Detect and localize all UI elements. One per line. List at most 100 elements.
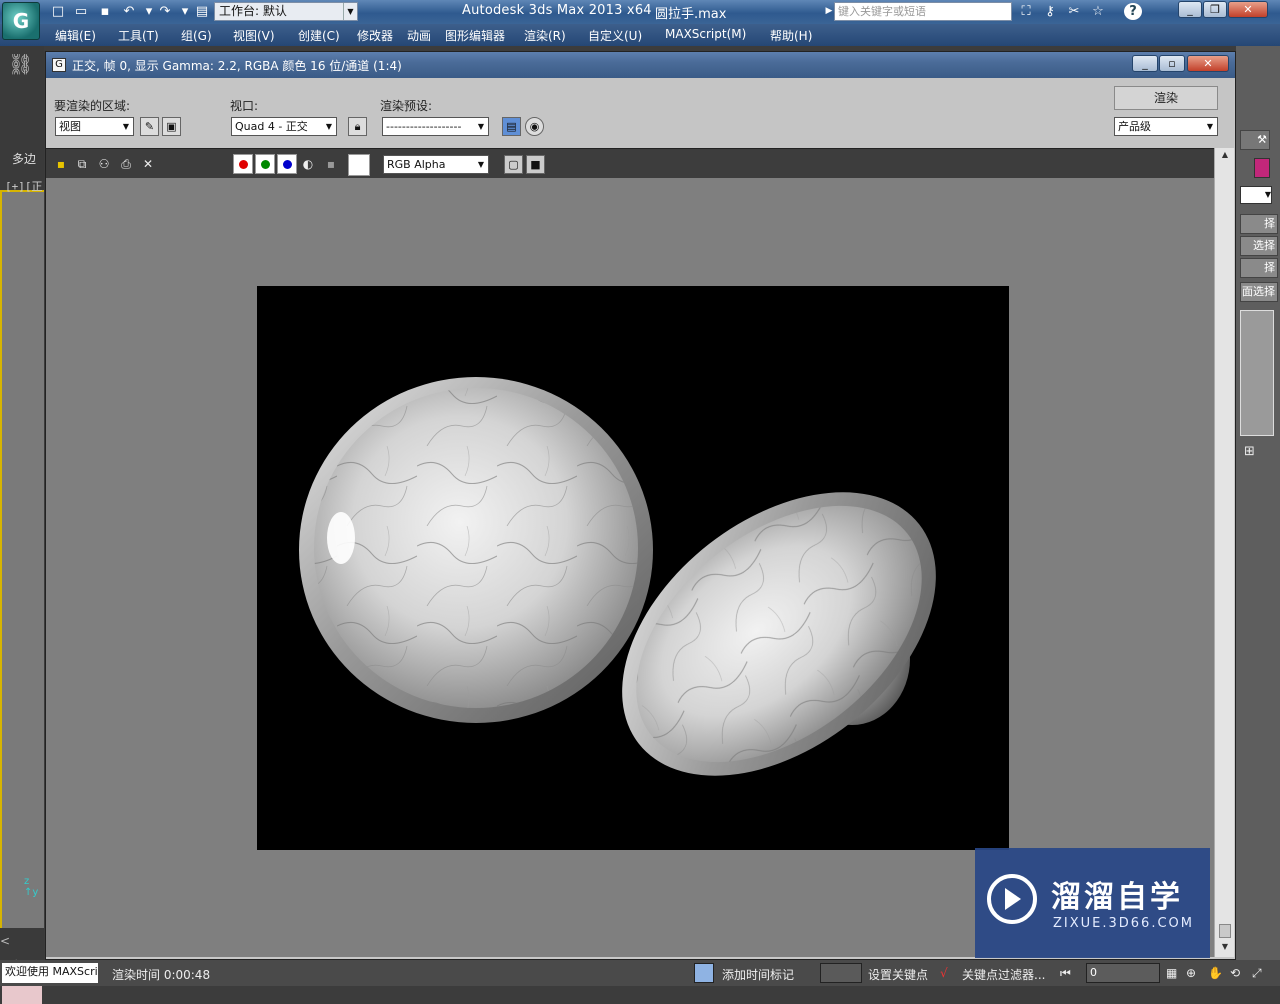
help-icon[interactable]: ?: [1124, 3, 1142, 20]
left-main-strip: ⛓ 多边 [+][正 z↑y < ⚙: [0, 46, 44, 1004]
search-input[interactable]: 键入关键字或短语: [834, 2, 1012, 21]
rw-maximize-button[interactable]: ▫: [1159, 55, 1185, 72]
maximize-viewport-icon[interactable]: ⤢: [1252, 966, 1262, 981]
auto-region-icon[interactable]: ▣: [162, 117, 181, 136]
pan-hand-icon[interactable]: ✋: [1208, 966, 1223, 980]
project-folder-icon[interactable]: ▤: [193, 3, 211, 20]
menu-customize[interactable]: 自定义(U): [588, 27, 642, 44]
render-frame-window: G 正交, 帧 0, 显示 Gamma: 2.2, RGBA 颜色 16 位/通…: [45, 51, 1236, 960]
rw-minimize-button[interactable]: _: [1132, 55, 1158, 72]
minimize-button[interactable]: _: [1178, 1, 1202, 18]
current-frame-value: 0: [1090, 966, 1097, 979]
render-button[interactable]: 渲染: [1114, 86, 1218, 110]
render-canvas[interactable]: 溜溜自学 ZIXUE.3D66.COM: [46, 178, 1214, 958]
toggle-ui-icon[interactable]: ■: [526, 155, 545, 174]
binoculars-icon[interactable]: ⛶: [1017, 3, 1035, 20]
copy-image-icon[interactable]: ⧉: [74, 156, 90, 172]
blue-channel-toggle[interactable]: [277, 154, 297, 174]
menu-rendering[interactable]: 渲染(R): [524, 27, 566, 44]
render-preset-dropdown[interactable]: ------------------- ▼: [382, 117, 489, 136]
red-channel-toggle[interactable]: [233, 154, 253, 174]
render-quality-dropdown[interactable]: 产品级 ▼: [1114, 117, 1218, 136]
redo-dropdown-icon[interactable]: ▾: [176, 3, 194, 20]
current-frame-spinner[interactable]: 0: [1086, 963, 1160, 983]
scroll-down-icon[interactable]: ▼: [1218, 942, 1232, 956]
key-mode-toggle-icon[interactable]: ⏮: [1060, 966, 1071, 981]
save-image-icon[interactable]: ▪: [53, 156, 69, 172]
green-channel-toggle[interactable]: [255, 154, 275, 174]
hammer-icon[interactable]: ⚒: [1240, 130, 1270, 150]
active-viewport[interactable]: [0, 190, 44, 928]
menu-maxscript[interactable]: MAXScript(M): [665, 27, 746, 41]
area-to-render-dropdown[interactable]: 视图 ▼: [55, 117, 134, 136]
restore-button[interactable]: ❐: [1203, 1, 1227, 18]
clear-icon[interactable]: ✕: [140, 156, 156, 172]
menu-help[interactable]: 帮助(H): [770, 27, 812, 44]
modifier-list-dropdown[interactable]: ▼: [1240, 186, 1272, 204]
close-button[interactable]: ✕: [1228, 1, 1268, 18]
menu-tools[interactable]: 工具(T): [118, 27, 159, 44]
ribbon-tab-polygon[interactable]: 多边: [12, 150, 36, 167]
edit-region-icon[interactable]: ✎: [140, 117, 159, 136]
channel-display-dropdown[interactable]: RGB Alpha ▼: [383, 155, 489, 174]
open-file-icon[interactable]: ▭: [72, 3, 90, 20]
key-filters-button[interactable]: 关键点过滤器...: [962, 966, 1045, 983]
select-button-3[interactable]: 择: [1240, 258, 1278, 278]
print-icon[interactable]: ⎙: [118, 156, 134, 172]
menu-modifiers[interactable]: 修改器: [357, 27, 393, 44]
viewport-label-text: 视口:: [230, 99, 259, 113]
select-button-1[interactable]: 择: [1240, 214, 1278, 234]
clone-window-icon[interactable]: ⚇: [96, 156, 112, 172]
app-logo-icon[interactable]: G: [2, 2, 40, 40]
green-dot-icon: [261, 160, 270, 169]
monochrome-icon[interactable]: ▪: [323, 156, 339, 172]
menu-group[interactable]: 组(G): [181, 27, 212, 44]
blue-dot-icon: [283, 160, 292, 169]
color-swatch[interactable]: [348, 154, 370, 176]
key-mode-box[interactable]: [820, 963, 862, 983]
viewport-label[interactable]: [+][正: [5, 178, 43, 194]
favorites-star-icon[interactable]: ☆: [1089, 3, 1107, 20]
scroll-up-icon[interactable]: ▲: [1218, 150, 1232, 164]
subscription-icon[interactable]: ✂: [1065, 3, 1083, 20]
redo-icon[interactable]: ↷: [156, 3, 174, 20]
toggle-ui-overlay-icon[interactable]: ▢: [504, 155, 523, 174]
viewport-dropdown[interactable]: Quad 4 - 正交 ▼: [231, 117, 337, 136]
menu-edit[interactable]: 编辑(E): [55, 27, 96, 44]
chevron-left-icon[interactable]: <: [0, 934, 14, 952]
select-button-4[interactable]: 面选择: [1240, 282, 1278, 302]
save-icon[interactable]: ▪: [96, 3, 114, 20]
key-filter-icon[interactable]: √: [940, 966, 948, 980]
object-color-swatch[interactable]: [1254, 158, 1270, 178]
link-icon[interactable]: ⛓: [8, 52, 36, 80]
menu-graph-editors[interactable]: 图形编辑器: [445, 27, 505, 44]
time-config-icon[interactable]: ▦: [1166, 966, 1177, 980]
watermark-url: ZIXUE.3D66.COM: [1053, 916, 1194, 931]
render-setup-icon[interactable]: ▤: [502, 117, 521, 136]
workspace-dropdown[interactable]: 工作台: 默认 ▼: [214, 2, 358, 21]
menu-animation[interactable]: 动画: [407, 27, 431, 44]
orbit-icon[interactable]: ⟲: [1230, 966, 1240, 980]
menu-views[interactable]: 视图(V): [233, 27, 275, 44]
lock-viewport-icon[interactable]: 🔒︎: [348, 117, 367, 136]
maxscript-mini-listener[interactable]: 欢迎使用 MAXScri: [2, 963, 98, 983]
scroll-thumb[interactable]: [1219, 924, 1231, 938]
undo-icon[interactable]: ↶: [120, 3, 138, 20]
menu-create[interactable]: 创建(C): [298, 27, 340, 44]
new-file-icon[interactable]: □: [49, 3, 67, 20]
zoom-region-icon[interactable]: ⊕: [1186, 966, 1196, 980]
rw-close-button[interactable]: ✕: [1187, 55, 1229, 72]
watermark: 溜溜自学 ZIXUE.3D66.COM: [975, 848, 1210, 958]
app-titlebar: G □ ▭ ▪ ↶ ▾ ↷ ▾ ▤ 工作台: 默认 ▼ Autodesk 3ds…: [0, 0, 1280, 40]
environment-icon[interactable]: ◉: [525, 117, 544, 136]
alpha-channel-icon[interactable]: ◐: [300, 156, 316, 172]
modifier-stack-panel[interactable]: [1240, 310, 1274, 436]
time-tag-icon[interactable]: [694, 963, 714, 983]
select-button-2[interactable]: 选择: [1240, 236, 1278, 256]
add-time-tag[interactable]: 添加时间标记: [722, 966, 794, 983]
set-key-label[interactable]: 设置关键点: [868, 966, 928, 983]
chevron-down-icon: ▼: [474, 156, 488, 173]
render-vertical-scrollbar[interactable]: ▲ ▼: [1214, 148, 1234, 957]
configure-sets-icon[interactable]: ⊞: [1244, 444, 1255, 459]
key-icon[interactable]: ⚷: [1041, 3, 1059, 20]
